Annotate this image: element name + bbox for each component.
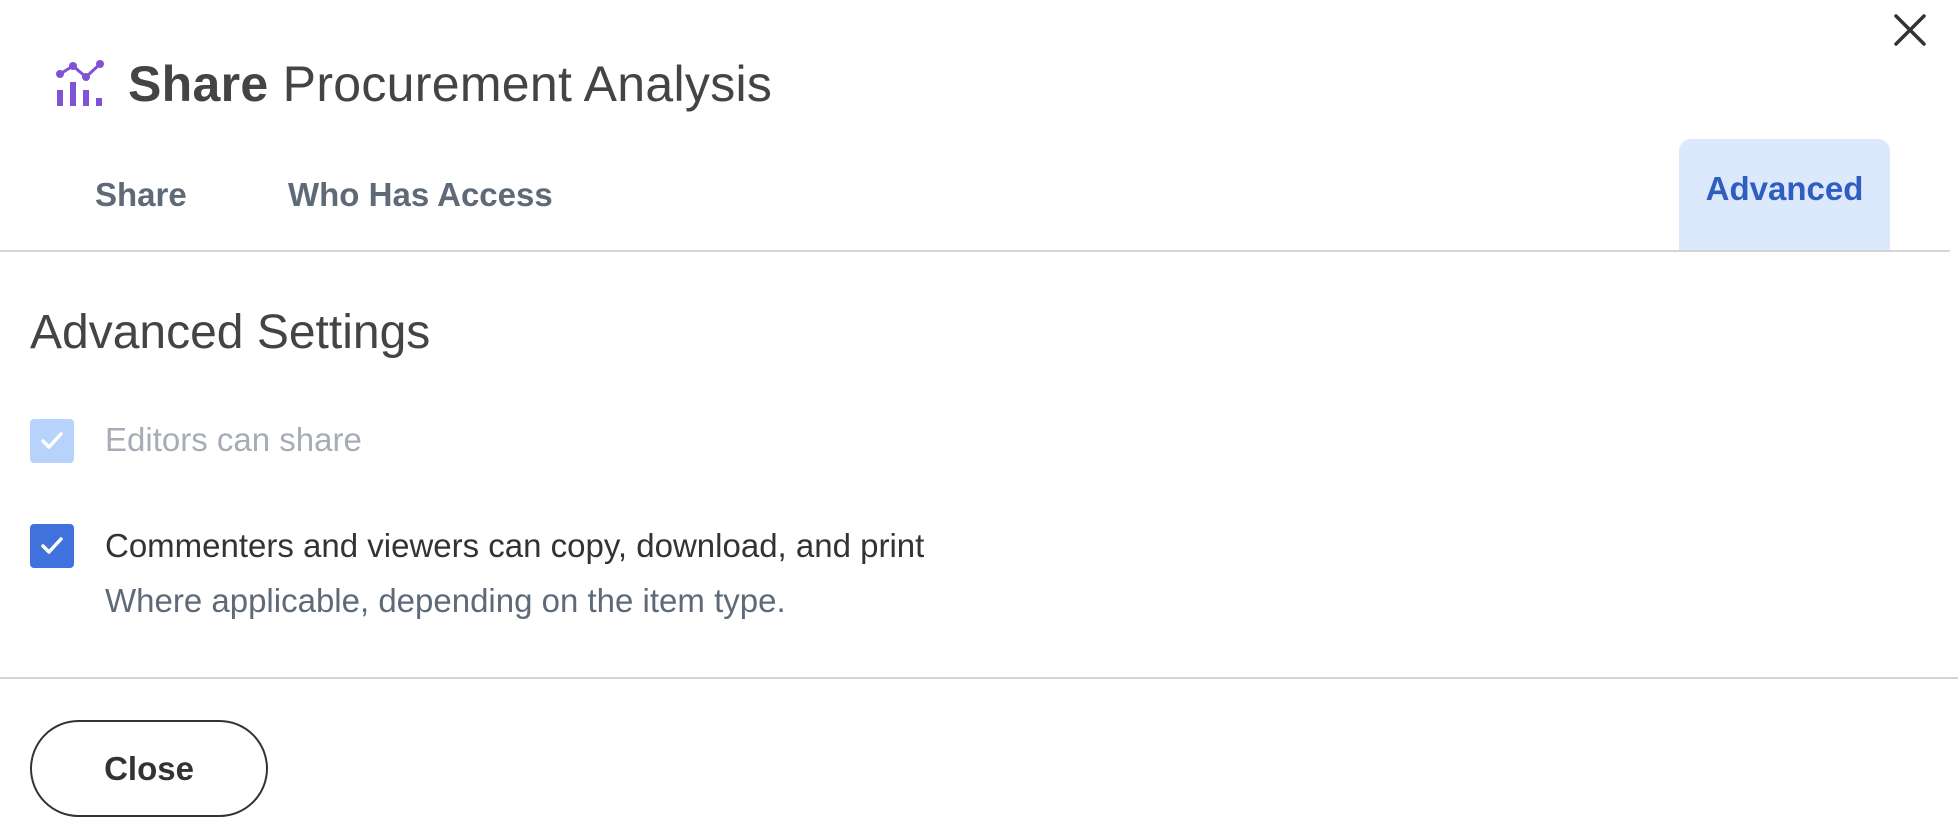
dialog-title-item: Procurement Analysis xyxy=(282,56,773,112)
advanced-settings-heading: Advanced Settings xyxy=(30,306,431,359)
dialog-title: Share Procurement Analysis xyxy=(128,55,772,113)
tab-advanced[interactable]: Advanced xyxy=(1679,139,1890,250)
checkmark-icon xyxy=(41,537,63,554)
tab-who-has-access[interactable]: Who Has Access xyxy=(288,176,553,214)
close-icon[interactable] xyxy=(1890,10,1930,50)
footer-divider xyxy=(0,677,1958,679)
copy-download-print-checkbox[interactable] xyxy=(30,524,74,568)
dialog-title-action: Share xyxy=(128,56,269,112)
editors-can-share-checkbox xyxy=(30,419,74,463)
share-dialog: Share Procurement Analysis Share Who Has… xyxy=(0,0,1958,830)
copy-download-print-description: Where applicable, depending on the item … xyxy=(105,582,786,619)
analytics-chart-icon xyxy=(56,60,104,106)
close-button[interactable]: Close xyxy=(30,720,268,817)
tab-share[interactable]: Share xyxy=(95,176,187,214)
checkmark-icon xyxy=(41,432,63,449)
tab-bar: Share Who Has Access Advanced xyxy=(0,139,1950,252)
editors-can-share-label: Editors can share xyxy=(105,421,362,458)
dialog-header: Share Procurement Analysis xyxy=(56,56,772,112)
copy-download-print-label: Commenters and viewers can copy, downloa… xyxy=(105,527,925,564)
